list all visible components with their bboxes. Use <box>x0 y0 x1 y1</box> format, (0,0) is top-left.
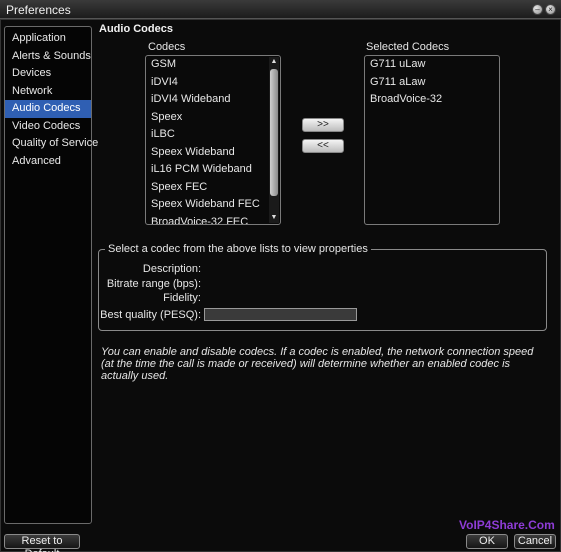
watermark: VoIP4Share.Com <box>459 518 555 532</box>
selected-codecs-list[interactable]: G711 uLaw G711 aLaw BroadVoice-32 <box>364 55 500 225</box>
section-title: Audio Codecs <box>99 23 173 35</box>
list-item[interactable]: Speex Wideband FEC <box>146 196 280 214</box>
ok-button[interactable]: OK <box>466 534 508 549</box>
list-item[interactable]: G711 aLaw <box>365 74 499 92</box>
sidebar: Application Alerts & Sounds Devices Netw… <box>4 26 98 524</box>
sidebar-item-audio-codecs[interactable]: Audio Codecs <box>5 100 91 118</box>
title-bar: Preferences – × <box>0 0 561 19</box>
list-item[interactable]: Speex FEC <box>146 179 280 197</box>
fidelity-label: Fidelity: <box>163 292 201 304</box>
add-codec-button[interactable]: >> <box>302 118 344 132</box>
remove-codec-button[interactable]: << <box>302 139 344 153</box>
list-item[interactable]: Speex Wideband <box>146 144 280 162</box>
sidebar-item-advanced[interactable]: Advanced <box>5 153 91 171</box>
list-item[interactable]: Speex <box>146 109 280 127</box>
scroll-thumb[interactable] <box>270 69 278 196</box>
sidebar-item-network[interactable]: Network <box>5 83 91 101</box>
arrow-down-icon[interactable]: ▼ <box>269 213 279 223</box>
minimize-icon[interactable]: – <box>532 4 543 15</box>
list-item[interactable]: BroadVoice-32 <box>365 91 499 109</box>
codecs-label: Codecs <box>148 41 186 53</box>
list-item[interactable]: GSM <box>146 56 280 74</box>
list-item[interactable]: iL16 PCM Wideband <box>146 161 280 179</box>
sidebar-item-devices[interactable]: Devices <box>5 65 91 83</box>
codec-info-text: You can enable and disable codecs. If a … <box>101 346 534 382</box>
selected-codecs-label: Selected Codecs <box>366 41 450 53</box>
arrow-up-icon[interactable]: ▲ <box>269 57 279 67</box>
best-quality-label: Best quality (PESQ): <box>100 309 201 321</box>
codec-properties-group: Select a codec from the above lists to v… <box>98 243 547 331</box>
sidebar-item-video-codecs[interactable]: Video Codecs <box>5 118 91 136</box>
list-item[interactable]: iDVI4 Wideband <box>146 91 280 109</box>
window-title: Preferences <box>6 3 71 17</box>
list-item[interactable]: iLBC <box>146 126 280 144</box>
reset-to-default-button[interactable]: Reset to Default <box>4 534 80 552</box>
sidebar-item-quality-of-service[interactable]: Quality of Service <box>5 135 98 153</box>
close-icon[interactable]: × <box>545 4 556 15</box>
sidebar-item-application[interactable]: Application <box>5 30 91 48</box>
cancel-button[interactable]: Cancel <box>514 534 556 549</box>
list-item[interactable]: BroadVoice-32 FEC <box>146 214 280 225</box>
pesq-quality-bar <box>204 308 357 321</box>
properties-legend: Select a codec from the above lists to v… <box>105 243 371 255</box>
list-item[interactable]: iDVI4 <box>146 74 280 92</box>
description-label: Description: <box>142 263 201 275</box>
list-item[interactable]: G711 uLaw <box>365 56 499 74</box>
codecs-scrollbar[interactable]: ▲ ▼ <box>269 57 279 223</box>
codecs-list[interactable]: GSM iDVI4 iDVI4 Wideband Speex iLBC Spee… <box>145 55 281 225</box>
bitrate-label: Bitrate range (bps): <box>106 278 201 290</box>
sidebar-item-alerts-sounds[interactable]: Alerts & Sounds <box>5 48 91 66</box>
